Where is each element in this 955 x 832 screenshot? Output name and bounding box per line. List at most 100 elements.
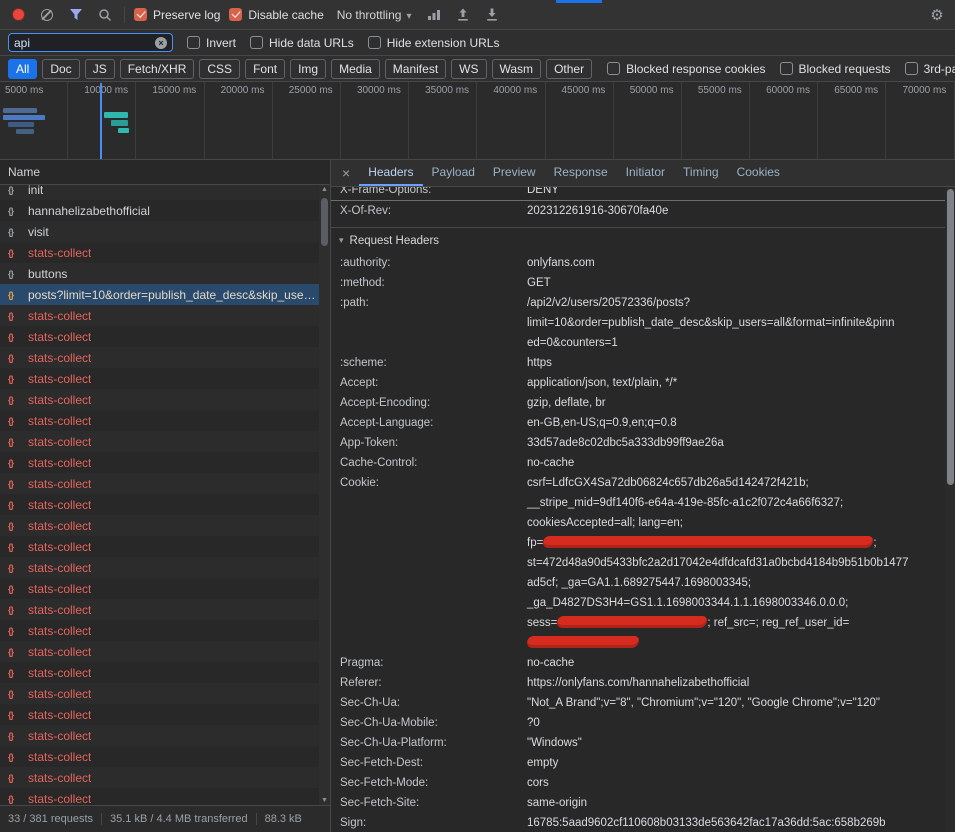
clear-filter-icon[interactable] xyxy=(155,37,167,49)
settings-button[interactable]: ⚙ xyxy=(927,5,947,25)
details-scrollbar[interactable] xyxy=(945,187,955,832)
triangle-down-icon xyxy=(339,235,344,246)
preserve-log-checkbox[interactable]: Preserve log xyxy=(134,8,220,22)
filter-type-media[interactable]: Media xyxy=(331,59,380,79)
request-row[interactable]: hannahelizabethofficial xyxy=(0,200,330,221)
tab-initiator[interactable]: Initiator xyxy=(617,160,674,186)
request-row[interactable]: stats-collect xyxy=(0,347,330,368)
request-name: stats-collect xyxy=(28,624,91,638)
scrollbar-thumb[interactable] xyxy=(947,189,954,485)
request-row[interactable]: stats-collect xyxy=(0,494,330,515)
request-row[interactable]: stats-collect xyxy=(0,599,330,620)
request-row[interactable]: stats-collect xyxy=(0,620,330,641)
header-value: csrf=LdfcGX4Sa72db06824c657db26a5d142472… xyxy=(527,473,955,653)
filter-input[interactable] xyxy=(14,36,151,50)
filter-type-wasm[interactable]: Wasm xyxy=(492,59,542,79)
tab-payload[interactable]: Payload xyxy=(423,160,484,186)
request-row[interactable]: stats-collect xyxy=(0,704,330,725)
checkbox-3rd-party-requests[interactable]: 3rd-party requests xyxy=(905,62,955,76)
request-row[interactable]: stats-collect xyxy=(0,368,330,389)
invert-checkbox[interactable]: Invert xyxy=(187,36,236,50)
header-name: Sec-Fetch-Mode: xyxy=(331,773,527,793)
request-row[interactable]: stats-collect xyxy=(0,242,330,263)
scroll-down-icon[interactable] xyxy=(319,797,330,804)
request-row[interactable]: stats-collect xyxy=(0,452,330,473)
resources-size: 88.3 kB xyxy=(256,813,310,825)
throttling-select[interactable]: No throttling xyxy=(333,6,416,24)
filter-type-fetch-xhr[interactable]: Fetch/XHR xyxy=(120,59,195,79)
request-row[interactable]: stats-collect xyxy=(0,431,330,452)
search-button[interactable] xyxy=(95,5,115,25)
request-row[interactable]: stats-collect xyxy=(0,305,330,326)
request-row[interactable]: stats-collect xyxy=(0,725,330,746)
request-row[interactable]: stats-collect xyxy=(0,683,330,704)
checkbox-blocked-requests[interactable]: Blocked requests xyxy=(780,62,891,76)
request-row[interactable]: buttons xyxy=(0,263,330,284)
filter-type-js[interactable]: JS xyxy=(85,59,115,79)
export-har-button[interactable] xyxy=(482,5,502,25)
request-row[interactable]: stats-collect xyxy=(0,578,330,599)
request-name: stats-collect xyxy=(28,582,91,596)
timeline-column: 45000 ms xyxy=(546,82,614,159)
fetch-xhr-icon xyxy=(8,458,22,468)
request-row[interactable]: init xyxy=(0,185,330,200)
header-value: GET xyxy=(527,273,955,293)
hide-extension-urls-checkbox[interactable]: Hide extension URLs xyxy=(368,36,500,50)
tab-preview[interactable]: Preview xyxy=(484,160,545,186)
request-row[interactable]: stats-collect xyxy=(0,788,330,805)
request-row[interactable]: visit xyxy=(0,221,330,242)
header-row: X-Frame-Options:DENY xyxy=(331,187,955,200)
fetch-xhr-icon xyxy=(8,353,22,363)
request-row[interactable]: stats-collect xyxy=(0,662,330,683)
request-list-scrollbar[interactable] xyxy=(319,185,330,805)
filter-type-manifest[interactable]: Manifest xyxy=(385,59,446,79)
filter-type-doc[interactable]: Doc xyxy=(42,59,79,79)
tab-headers[interactable]: Headers xyxy=(359,160,422,186)
request-headers-section-header[interactable]: Request Headers xyxy=(331,227,955,253)
filter-button[interactable] xyxy=(66,5,86,25)
request-row[interactable]: stats-collect xyxy=(0,410,330,431)
request-list-viewport: inithannahelizabethofficialvisitstats-co… xyxy=(0,185,330,805)
clear-button[interactable] xyxy=(37,5,57,25)
request-name: stats-collect xyxy=(28,603,91,617)
filter-type-img[interactable]: Img xyxy=(290,59,326,79)
request-row[interactable]: stats-collect xyxy=(0,557,330,578)
request-row[interactable]: stats-collect xyxy=(0,515,330,536)
network-conditions-button[interactable] xyxy=(424,5,444,25)
filter-type-other[interactable]: Other xyxy=(546,59,592,79)
checkbox-blocked-response-cookies[interactable]: Blocked response cookies xyxy=(607,62,765,76)
filter-type-all[interactable]: All xyxy=(8,59,37,79)
hide-data-urls-label: Hide data URLs xyxy=(269,36,354,50)
import-har-button[interactable] xyxy=(453,5,473,25)
header-row: :method:GET xyxy=(331,273,955,293)
fetch-xhr-icon xyxy=(8,395,22,405)
timeline-overview[interactable]: 5000 ms10000 ms15000 ms20000 ms25000 ms3… xyxy=(0,82,955,160)
timeline-label: 40000 ms xyxy=(493,85,537,96)
request-row[interactable]: stats-collect xyxy=(0,389,330,410)
request-row[interactable]: stats-collect xyxy=(0,746,330,767)
fetch-xhr-icon xyxy=(8,752,22,762)
tab-response[interactable]: Response xyxy=(545,160,617,186)
disable-cache-checkbox[interactable]: Disable cache xyxy=(229,8,323,22)
request-row[interactable]: posts?limit=10&order=publish_date_desc&s… xyxy=(0,284,330,305)
header-value: empty xyxy=(527,753,955,773)
scrollbar-thumb[interactable] xyxy=(321,198,328,246)
request-row[interactable]: stats-collect xyxy=(0,473,330,494)
filter-type-css[interactable]: CSS xyxy=(199,59,240,79)
tab-timing[interactable]: Timing xyxy=(674,160,728,186)
scroll-up-icon[interactable] xyxy=(319,186,330,193)
header-value: /api2/v2/users/20572336/posts? limit=10&… xyxy=(527,293,955,353)
request-row[interactable]: stats-collect xyxy=(0,326,330,347)
checkbox-unchecked-icon xyxy=(187,36,200,49)
close-details-button[interactable]: × xyxy=(333,160,359,186)
request-row[interactable]: stats-collect xyxy=(0,767,330,788)
request-row[interactable]: stats-collect xyxy=(0,641,330,662)
hide-data-urls-checkbox[interactable]: Hide data URLs xyxy=(250,36,354,50)
tab-cookies[interactable]: Cookies xyxy=(728,160,789,186)
filter-type-font[interactable]: Font xyxy=(245,59,285,79)
request-row[interactable]: stats-collect xyxy=(0,536,330,557)
timeline-column: 40000 ms xyxy=(477,82,545,159)
name-column-header[interactable]: Name xyxy=(0,160,330,185)
record-button[interactable] xyxy=(8,5,28,25)
filter-type-ws[interactable]: WS xyxy=(451,59,486,79)
